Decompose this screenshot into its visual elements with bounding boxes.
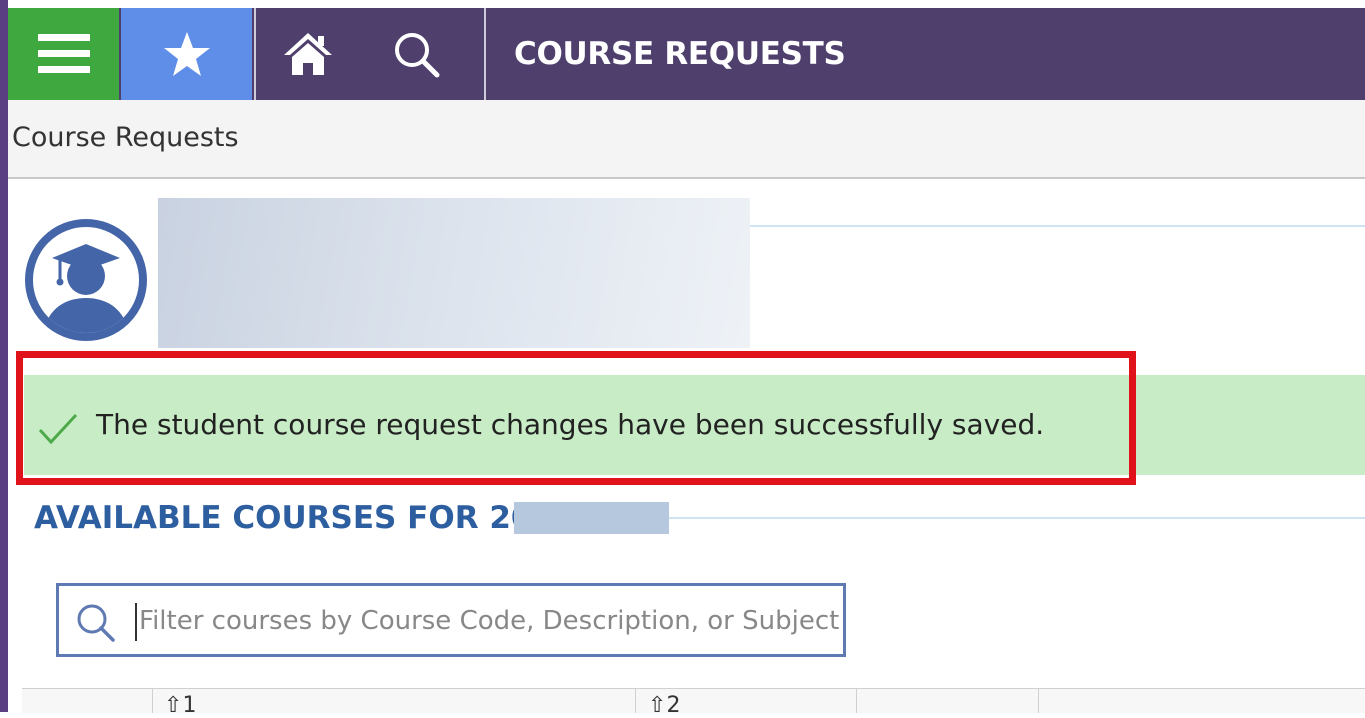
sort-arrow-icon: ⇧: [164, 693, 183, 718]
home-button[interactable]: [256, 8, 360, 100]
school-year-redacted: [514, 502, 669, 534]
star-icon: [163, 32, 210, 76]
sort-column-2[interactable]: ⇧2: [648, 693, 680, 718]
course-filter-input[interactable]: [139, 600, 839, 642]
highlight-annotation-box: [16, 351, 1136, 485]
sort-column-1[interactable]: ⇧1: [164, 693, 196, 718]
available-courses-title: AVAILABLE COURSES FOR 20: [34, 500, 533, 536]
topbar-divider: [484, 8, 486, 100]
search-icon: [77, 604, 115, 642]
window-left-border: [0, 0, 8, 712]
search-icon: [395, 33, 440, 78]
breadcrumb-item-course-requests[interactable]: Course Requests: [12, 122, 239, 153]
breadcrumb: Course Requests: [8, 100, 1365, 179]
column-header-label: 1: [182, 693, 197, 718]
page-title: COURSE REQUESTS: [514, 36, 846, 72]
column-header-label: 2: [666, 693, 681, 718]
student-header-divider: [750, 225, 1365, 227]
course-filter-field[interactable]: [56, 583, 846, 657]
courses-grid-header: ⇧1 ⇧2: [22, 688, 1365, 718]
grid-column-divider: [635, 689, 636, 713]
grid-column-divider: [152, 689, 153, 713]
student-graduate-icon: [25, 219, 147, 341]
section-divider: [669, 517, 1365, 519]
hamburger-icon: [37, 34, 90, 73]
top-navigation-bar: COURSE REQUESTS: [8, 8, 1365, 100]
favorites-button[interactable]: [121, 8, 252, 100]
sort-arrow-icon: ⇧: [648, 693, 667, 718]
student-name-redacted: [158, 198, 750, 348]
home-icon: [284, 33, 332, 75]
text-cursor: [135, 603, 137, 641]
menu-button[interactable]: [8, 8, 119, 100]
grid-column-divider: [856, 689, 857, 713]
grid-column-divider: [1038, 689, 1039, 713]
search-button[interactable]: [360, 8, 472, 100]
